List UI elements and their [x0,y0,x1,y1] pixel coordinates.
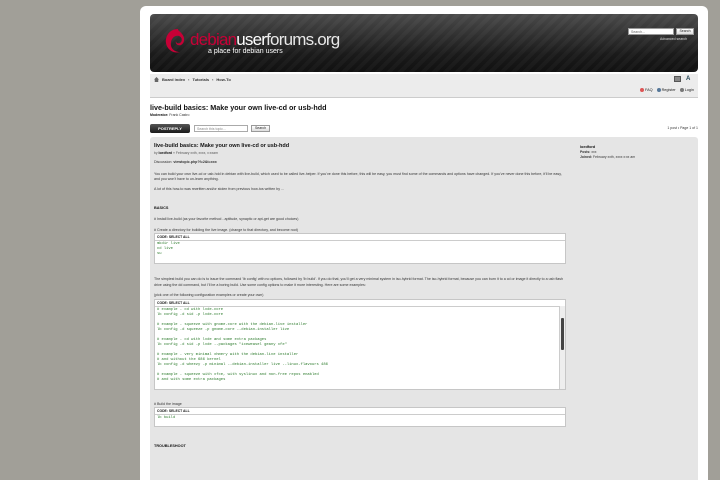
post-body: live-build basics: Make your own live-cd… [154,140,566,448]
code-line: lb build [157,416,176,420]
moderator-label: Moderator: [150,113,169,117]
header-search-button[interactable]: Search [676,28,694,35]
login-link[interactable]: Login [679,88,694,92]
logo-forums: forums.org [266,30,340,49]
login-icon [679,88,684,92]
register-icon [656,88,661,92]
topic-toolbar: POSTREPLY Search this topic... Search 1 … [150,124,698,134]
code-line: lb config -d sid -p lxde-core [157,312,224,317]
faq-label: FAQ [644,88,653,92]
topic-search-button[interactable]: Search [251,125,270,132]
help-icon [639,88,644,92]
posts-label: Posts: [580,150,591,154]
logo-user: user [236,30,267,49]
code-line: # example - cd with lxde and some extra … [157,337,267,342]
post-date: » February xxth, xxxx, x:xxam [172,151,218,155]
post-paragraph: A lot of this how-to was rewritten and/o… [154,186,285,191]
discussion-link[interactable]: viewtopic.php?f=2&t=xxx [173,160,216,164]
code-line: # example - squeeze with xfce, with sysl… [157,372,319,377]
debian-swirl-logo-icon[interactable] [162,26,190,56]
print-icon[interactable] [674,76,681,82]
code-block: mkdir live cd live su [155,241,565,258]
code-scrollbar[interactable] [559,305,565,389]
post-profile: loedford Posts: xxx Joined: February xxt… [580,145,690,160]
login-label: Login [684,88,694,92]
joined-date: February xxth, xxxx x:xx am [593,155,636,159]
page-tools: A [674,76,692,83]
posts-count: xxx [591,150,597,154]
post-paragraph: The simplest build you can do is to issu… [154,277,564,287]
faq-link[interactable]: FAQ [639,88,653,92]
code-line: # example - cd with lxde-core [157,307,224,312]
register-label: Register [661,88,676,92]
post-author[interactable]: loedford [159,151,173,155]
navbar: Board index ‹ Tutorials ‹ How-To A FAQ R… [150,74,698,98]
user-links: FAQ Register Login [639,88,694,92]
topic-search-input[interactable]: Search this topic... [194,125,248,132]
code-line: lb config -d wheezy -p minimal --debian-… [157,362,328,367]
post-step: # Install live-build (as your favorite m… [154,217,299,221]
code-line: lb config -d squeeze -p gnome-core --deb… [157,327,290,332]
register-link[interactable]: Register [656,88,676,92]
section-heading: BASICS [154,206,169,210]
code-line: # and with some extra packages [157,377,226,382]
code-box: CODE: SELECT ALL mkdir live cd live su [154,233,566,264]
topic-title[interactable]: live-build basics: Make your own live-cd… [150,103,327,112]
site-tagline: a place for debian users [208,48,283,55]
breadcrumb: Board index ‹ Tutorials ‹ How-To [154,77,231,82]
post: live-build basics: Make your own live-cd… [150,137,698,480]
page-container: debianuserforums.org a place for debian … [140,6,708,480]
code-line: # and without the 686 kernel [157,357,221,362]
code-line: su [157,252,162,256]
code-line: mkdir live [157,242,180,246]
code-select-all[interactable]: CODE: SELECT ALL [155,300,565,307]
site-logo-text[interactable]: debianuserforums.org [190,30,340,50]
code-box: CODE: SELECT ALL # example - cd with lxd… [154,298,566,390]
breadcrumb-separator: ‹ [188,77,190,82]
scrollbar-thumb[interactable] [561,317,564,350]
section-heading: TROUBLESHOOT [154,444,186,448]
code-select-all[interactable]: CODE: SELECT ALL [155,234,565,241]
site-header: debianuserforums.org a place for debian … [150,14,698,72]
discussion-line: Discussion: viewtopic.php?f=2&t=xxx [154,160,566,166]
code-line: lb config -d sid -p lxde --packages "ice… [157,342,287,347]
moderator-line: Moderator: Frank Castro [150,113,190,117]
post-paragraph: You can build your own live-cd or usb-hd… [154,171,562,182]
code-line: # example - very minimal xhmery with the… [157,352,299,357]
post-title[interactable]: live-build basics: Make your own live-cd… [154,143,566,149]
header-search-input[interactable]: Search... [628,28,674,35]
pagination: 1 post • Page 1 of 1 [667,126,698,130]
home-icon [154,77,159,82]
breadcrumb-board-index[interactable]: Board index [162,77,185,82]
code-select-all[interactable]: CODE: SELECT ALL [155,408,565,415]
code-line: cd live [157,247,173,251]
discussion-label: Discussion: [154,160,174,164]
breadcrumb-tutorials[interactable]: Tutorials [192,77,209,82]
code-block: # example - cd with lxde-core lb config … [155,307,565,384]
post-meta: by loedford » February xxth, xxxx, x:xxa… [154,151,566,155]
code-box: CODE: SELECT ALL lb build [154,407,566,427]
breadcrumb-separator: ‹ [212,77,214,82]
joined-label: Joined: [580,155,593,159]
font-size-icon[interactable]: A [686,76,692,83]
code-line: # example - squeeze with gnome-core with… [157,322,308,327]
moderator-name[interactable]: Frank Castro [169,113,189,117]
breadcrumb-how-to[interactable]: How-To [216,77,230,82]
post-by-label: by [154,151,158,155]
profile-joined: Joined: February xxth, xxxx x:xx am [580,155,690,160]
code-block: lb build [155,415,565,422]
post-reply-button[interactable]: POSTREPLY [150,124,190,133]
logo-debian: debian [190,30,237,49]
advanced-search-link[interactable]: Advanced search [660,37,687,41]
